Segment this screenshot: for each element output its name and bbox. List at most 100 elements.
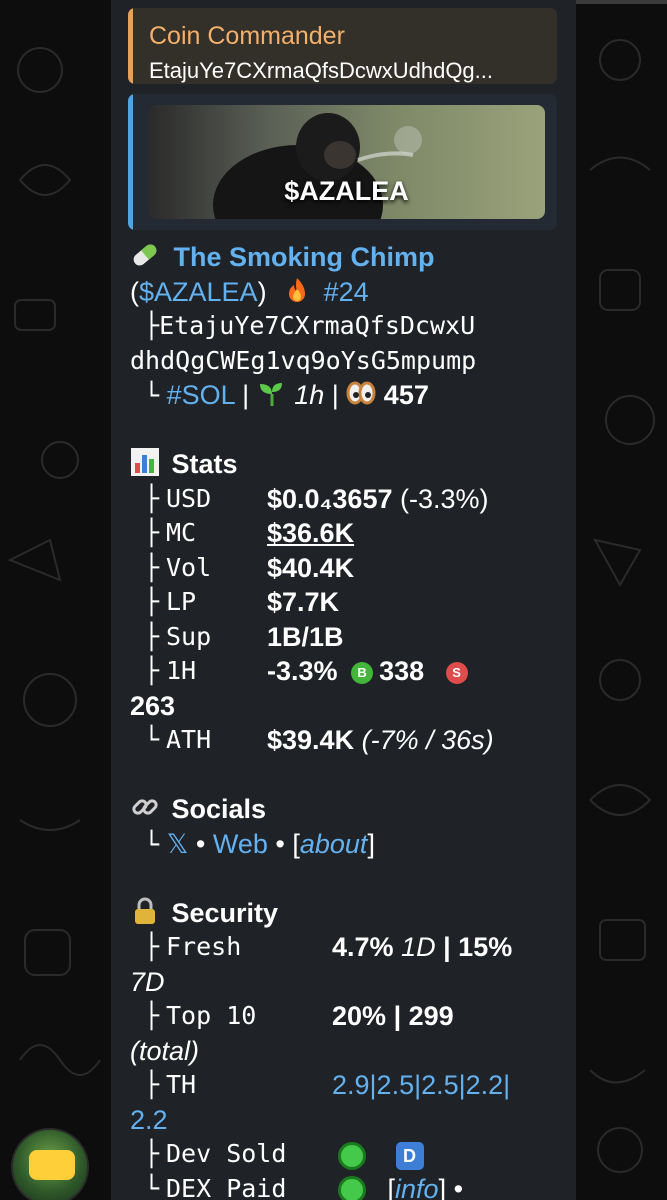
bullet: •	[453, 1173, 464, 1200]
rank-hashtag[interactable]: #24	[324, 277, 369, 307]
stat-value-mc[interactable]: $36.6K	[267, 516, 354, 551]
token-title-row: The Smoking Chimp	[130, 240, 566, 275]
contract-address-part2[interactable]: dhdQgCWEg1vq9oYsG5mpump	[130, 346, 476, 375]
top-holders-links[interactable]: 2.9|2.5|2.5|2.2|	[332, 1068, 510, 1103]
avatar-image	[29, 1150, 75, 1180]
preview-image[interactable]: $AZALEA	[148, 105, 545, 219]
stat-value-usd: $0.0₄3657	[267, 483, 393, 514]
socials-links-row: └ 𝕏 • Web • [about]	[130, 827, 566, 862]
tree-branch: └	[144, 725, 160, 754]
stat-row-lp: ├ LP $7.7K	[130, 585, 566, 620]
message-bubble[interactable]: Coin Commander EtajuYe7CXrmaQfsDcwxUdhdQ…	[111, 0, 576, 1200]
reply-text: EtajuYe7CXrmaQfsDcwxUdhdQg...	[149, 58, 493, 83]
separator: |	[393, 1001, 402, 1031]
tree-branch: ├	[144, 1139, 160, 1168]
tree-branch: ├	[144, 518, 160, 547]
security-label-th: TH	[166, 1070, 197, 1099]
stat-label-sup: Sup	[166, 621, 212, 651]
stats-heading: Stats	[171, 449, 238, 479]
separator: |	[331, 380, 339, 410]
stat-value-ath: $39.4K	[267, 725, 355, 755]
stat-row-1h-wrap: 263	[130, 689, 566, 724]
top-divider	[576, 0, 667, 4]
top10-total-label: (total)	[130, 1035, 200, 1066]
fresh-1d-period: 1D	[401, 932, 436, 962]
eyes-icon	[346, 381, 376, 405]
reply-sender: Coin Commander	[149, 22, 345, 50]
token-symbol-link[interactable]: $AZALEA	[139, 277, 258, 307]
security-label-top10: Top 10	[166, 1001, 257, 1030]
contract-address-part1[interactable]: EtajuYe7CXrmaQfsDcwxU	[159, 311, 475, 340]
security-heading: Security	[171, 897, 279, 928]
separator: |	[242, 380, 250, 410]
buy-icon: B	[351, 661, 374, 684]
stat-row-mc: ├ MC $36.6K	[130, 516, 566, 551]
green-circle-icon	[338, 1141, 366, 1170]
security-row-th-wrap: 2.2	[130, 1103, 566, 1138]
reply-quote[interactable]: Coin Commander EtajuYe7CXrmaQfsDcwxUdhdQ…	[128, 8, 557, 84]
dex-info-link[interactable]: info	[395, 1174, 439, 1200]
green-circle-icon	[338, 1176, 366, 1200]
bracket-open: [	[292, 828, 300, 859]
sell-count: 263	[130, 690, 176, 721]
fresh-7d-value: 15%	[458, 932, 513, 962]
stat-extra-ath: (-7% / 36s)	[361, 725, 494, 755]
views-count: 457	[383, 380, 429, 410]
chain-hashtag[interactable]: #SOL	[167, 380, 235, 410]
security-row-dev-sold: ├ Dev Sold D	[130, 1137, 566, 1172]
stat-label-usd: USD	[166, 483, 212, 513]
message-body: The Smoking Chimp ($AZALEA) #24 ├EtajuYe…	[130, 240, 566, 1200]
top-holder-link-last[interactable]: 2.2	[130, 1105, 168, 1135]
tree-branch: ├	[144, 587, 160, 616]
stat-value-sup: 1B/1B	[267, 621, 344, 652]
tree-branch: └	[144, 829, 160, 859]
x-link[interactable]: 𝕏	[167, 829, 189, 859]
web-link[interactable]: Web	[213, 829, 268, 859]
security-row-top10-wrap: (total)	[130, 1034, 566, 1069]
security-row-top10: ├ Top 10 20% | 299	[130, 999, 566, 1034]
seedling-icon	[259, 383, 282, 406]
dev-badge-icon: D	[395, 1141, 424, 1170]
tree-branch: ├	[144, 932, 160, 961]
fire-icon	[289, 277, 306, 302]
token-symbol-row: ($AZALEA) #24	[130, 275, 566, 310]
socials-heading-row: Socials	[130, 792, 566, 827]
security-row-dex-paid: └ DEX Paid [info] •	[130, 1172, 566, 1200]
stat-label-lp: LP	[166, 587, 197, 616]
tree-branch: ├	[144, 483, 160, 513]
stats-heading-row: Stats	[130, 447, 566, 482]
link-preview[interactable]: $AZALEA	[128, 94, 557, 230]
paren-close: )	[257, 276, 267, 307]
sell-icon: S	[445, 661, 468, 684]
stat-label-ath: ATH	[166, 725, 212, 754]
sender-avatar[interactable]	[11, 1128, 89, 1200]
stat-row-1h: ├ 1H -3.3% B 338 S	[130, 654, 566, 689]
tree-branch: └	[144, 381, 160, 410]
stat-value-lp: $7.7K	[267, 587, 340, 617]
top10-percent: 20%	[332, 1001, 387, 1031]
stat-row-ath: └ ATH $39.4K (-7% / 36s)	[130, 723, 566, 758]
stat-extra-usd: (-3.3%)	[400, 483, 489, 514]
reply-accent-bar	[128, 8, 133, 84]
about-link[interactable]: about	[300, 829, 368, 859]
stat-row-vol: ├ Vol $40.4K	[130, 551, 566, 586]
address-row-1: ├EtajuYe7CXrmaQfsDcwxU	[130, 309, 566, 344]
buy-count: 338	[379, 656, 425, 686]
tree-branch: ├	[144, 1001, 160, 1030]
stat-label-vol: Vol	[166, 552, 212, 582]
token-name-link[interactable]: The Smoking Chimp	[174, 242, 435, 272]
pill-icon	[133, 244, 157, 266]
tree-branch: ├	[144, 552, 160, 582]
tree-branch: └	[144, 1173, 160, 1200]
fresh-1d-value: 4.7%	[332, 932, 394, 962]
age: 1h	[294, 380, 325, 410]
stat-label-1h: 1H	[166, 656, 197, 685]
link-icon	[132, 799, 158, 815]
preview-ticker: $AZALEA	[284, 176, 409, 206]
stat-row-sup: ├ Sup 1B/1B	[130, 620, 566, 655]
security-heading-row: Security	[130, 896, 566, 931]
security-row-fresh-wrap: 7D	[130, 965, 566, 1000]
security-label-dev-sold: Dev Sold	[166, 1139, 287, 1168]
